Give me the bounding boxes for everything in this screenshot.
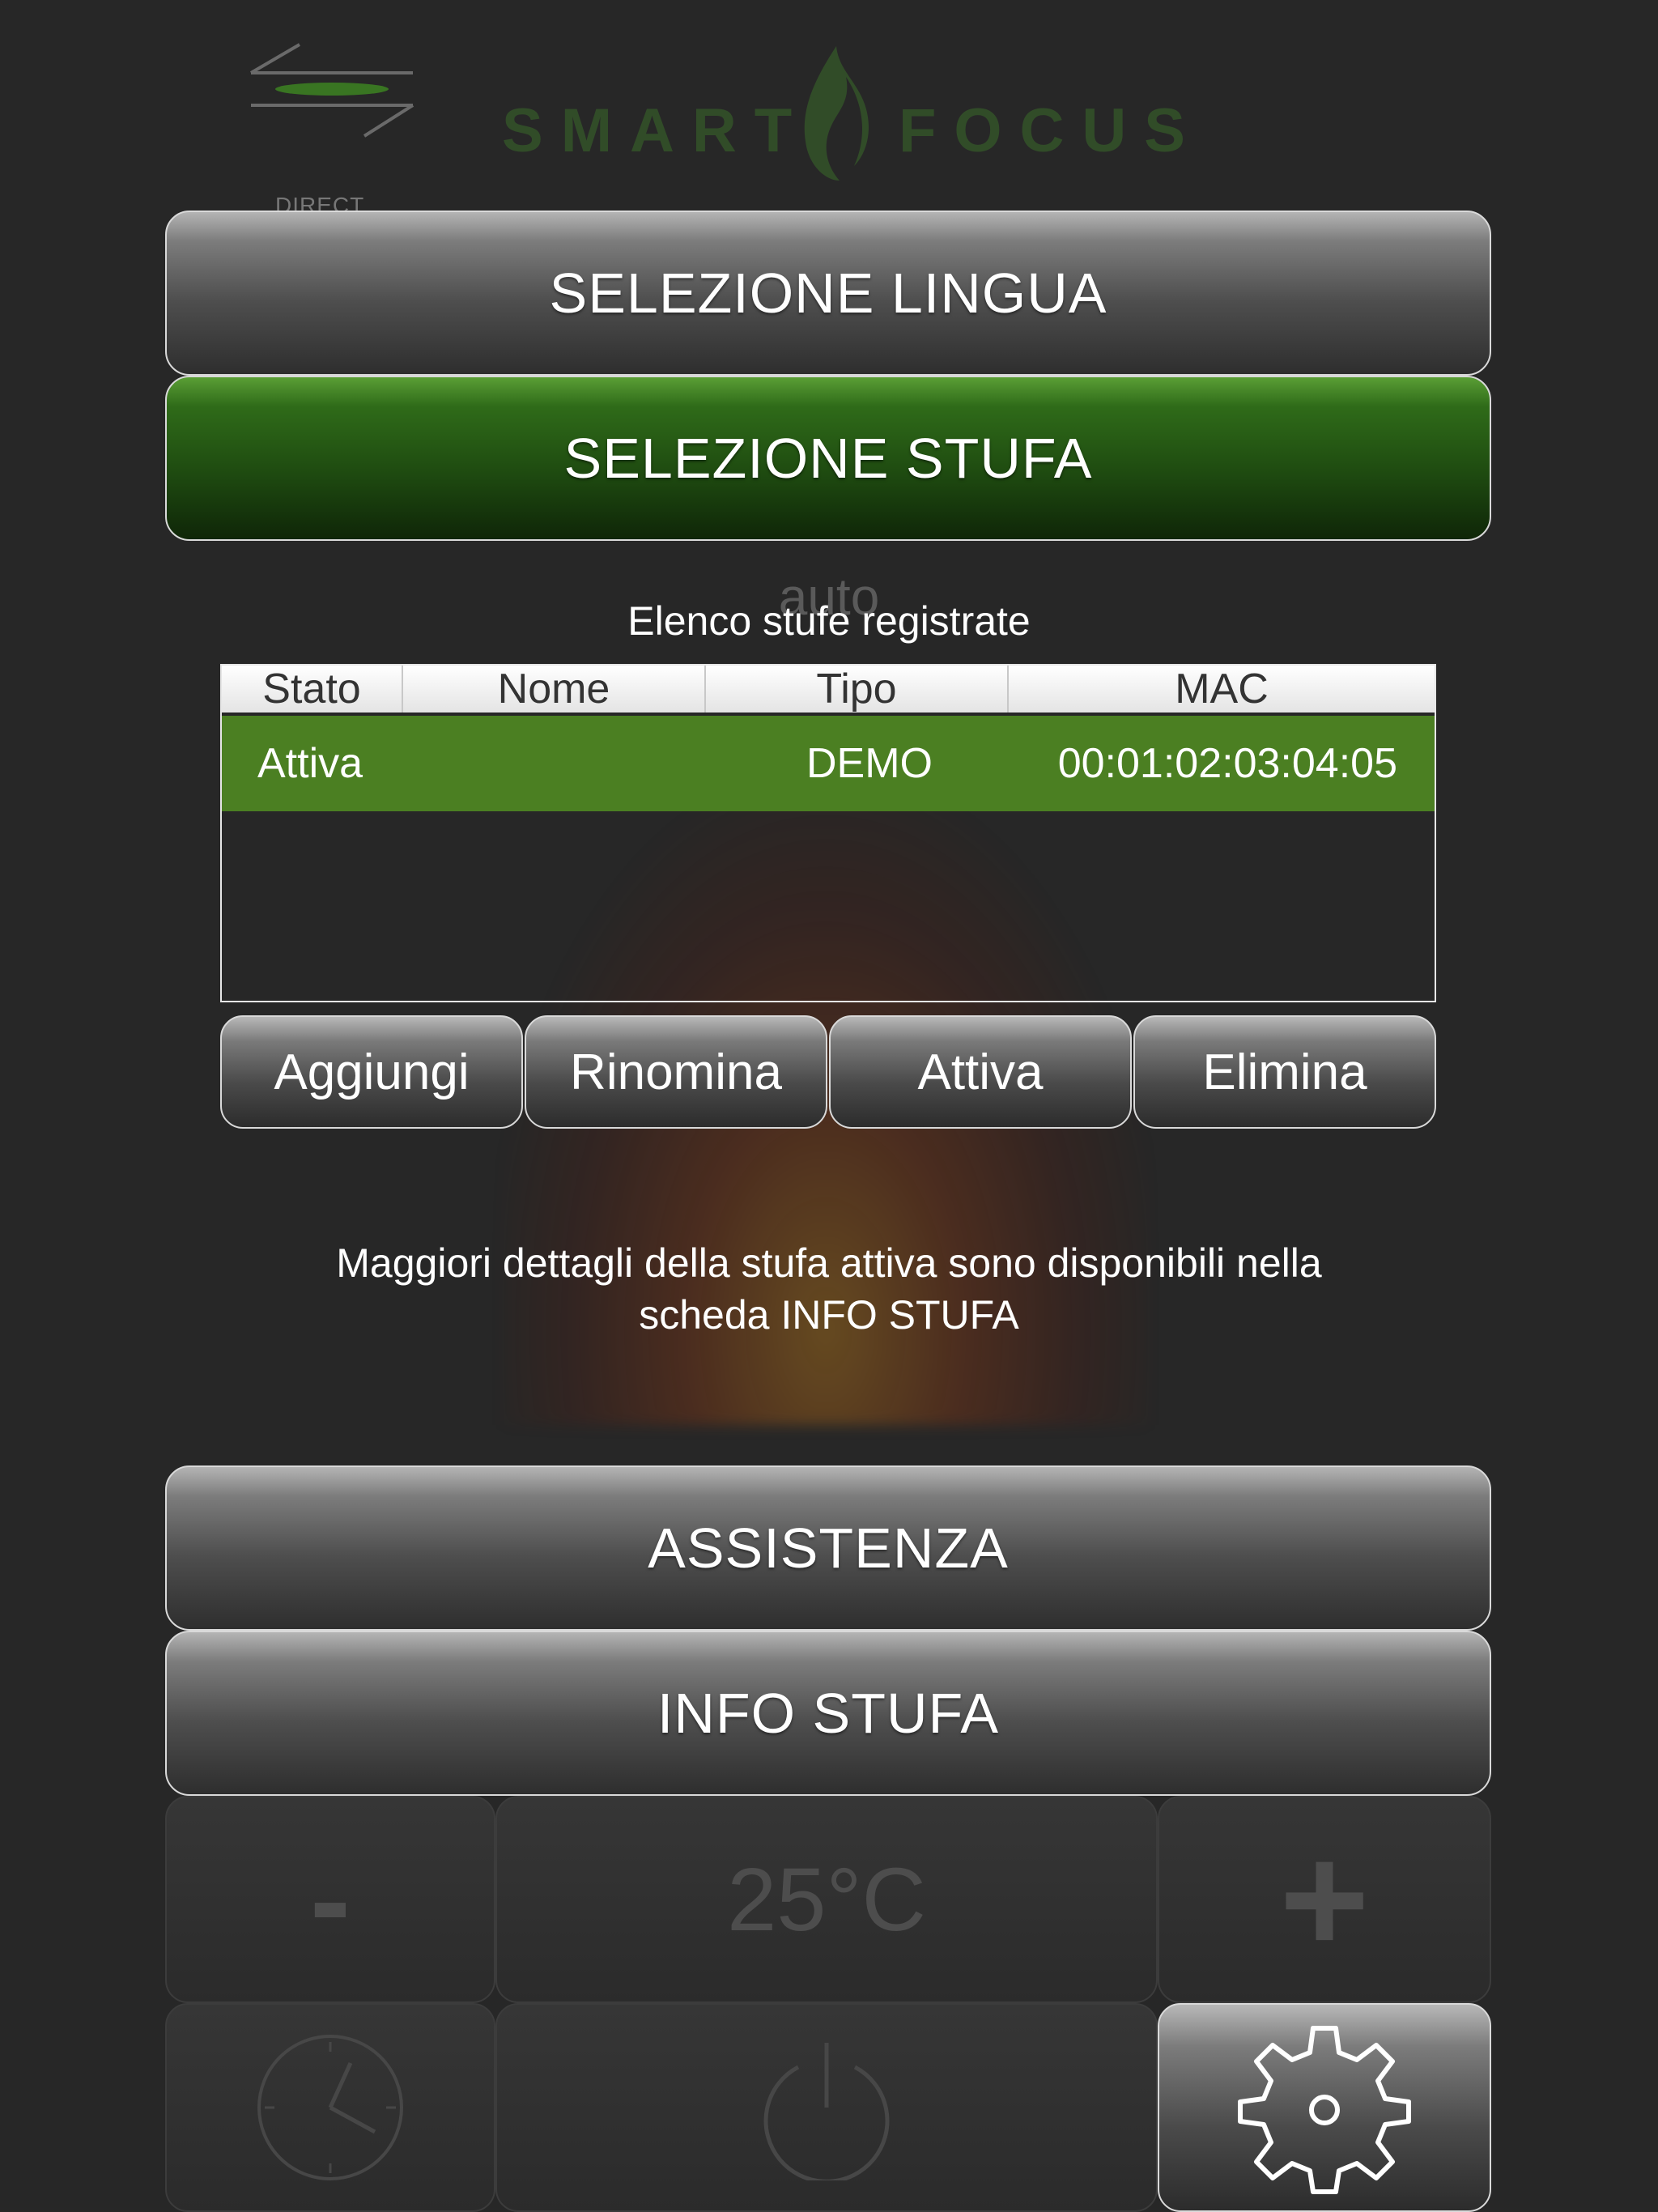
gear-icon bbox=[1238, 2026, 1411, 2194]
row-type: DEMO bbox=[806, 740, 933, 787]
brand-focus-text: FOCUS bbox=[899, 96, 1203, 165]
clock-icon bbox=[257, 2035, 403, 2180]
direct-arrows-icon bbox=[249, 43, 414, 138]
activate-button[interactable]: Attiva bbox=[829, 1015, 1132, 1129]
column-header-state[interactable]: Stato bbox=[222, 666, 403, 713]
info-text-line1: Maggiori dettagli della stufa attiva son… bbox=[336, 1240, 1322, 1286]
delete-button[interactable]: Elimina bbox=[1133, 1015, 1436, 1129]
info-text-line2: scheda INFO STUFA bbox=[639, 1292, 1019, 1338]
column-header-mac[interactable]: MAC bbox=[1009, 666, 1435, 713]
stove-table: Stato Nome Tipo MAC Attiva DEMO 00:01:02… bbox=[220, 664, 1436, 1002]
row-mac: 00:01:02:03:04:05 bbox=[1057, 740, 1397, 787]
table-row[interactable]: Attiva DEMO 00:01:02:03:04:05 bbox=[222, 716, 1435, 811]
row-state: Attiva bbox=[257, 740, 363, 787]
column-header-type[interactable]: Tipo bbox=[706, 666, 1009, 713]
settings-button[interactable] bbox=[1158, 2003, 1491, 2212]
info-text: Maggiori dettagli della stufa attiva son… bbox=[243, 1237, 1415, 1341]
stove-selection-button[interactable]: SELEZIONE STUFA bbox=[165, 376, 1491, 541]
flame-logo-icon bbox=[804, 46, 869, 181]
table-header: Stato Nome Tipo MAC bbox=[222, 666, 1435, 713]
decrease-temperature-button[interactable]: - bbox=[165, 1796, 495, 2003]
timer-button[interactable] bbox=[165, 2003, 495, 2212]
header: DIRECT SMART FOCUS bbox=[0, 0, 1658, 218]
stove-list-title: Elenco stufe registrate bbox=[627, 598, 1031, 644]
rename-button[interactable]: Rinomina bbox=[525, 1015, 827, 1129]
power-button[interactable] bbox=[495, 2003, 1158, 2212]
language-selection-button[interactable]: SELEZIONE LINGUA bbox=[165, 211, 1491, 376]
stove-info-button[interactable]: INFO STUFA bbox=[165, 1631, 1491, 1796]
power-icon bbox=[763, 2043, 890, 2180]
add-button[interactable]: Aggiungi bbox=[220, 1015, 523, 1129]
column-header-name[interactable]: Nome bbox=[403, 666, 706, 713]
brand-smart-text: SMART bbox=[502, 96, 810, 165]
increase-temperature-button[interactable]: + bbox=[1158, 1796, 1491, 2003]
assistance-button[interactable]: ASSISTENZA bbox=[165, 1465, 1491, 1631]
temperature-display: 25°C bbox=[495, 1796, 1158, 2003]
